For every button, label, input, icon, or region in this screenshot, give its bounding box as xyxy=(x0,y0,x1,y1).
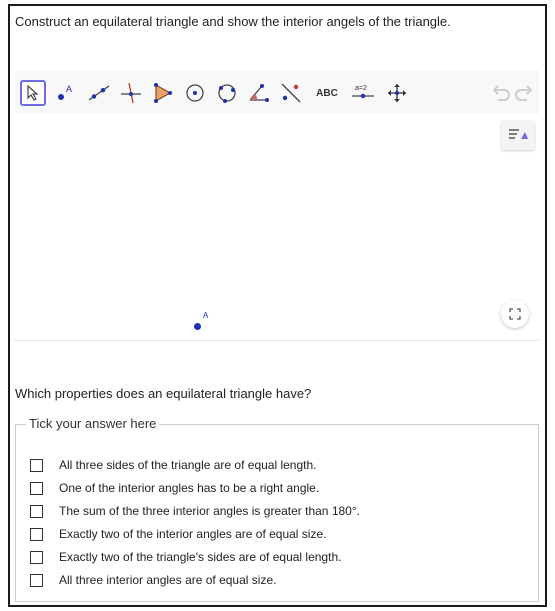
checkbox[interactable] xyxy=(30,550,43,564)
geogebra-toolbar: A ABC a=2 xyxy=(14,70,539,114)
properties-question: Which properties does an equilateral tri… xyxy=(15,386,312,401)
answer-option[interactable]: One of the interior angles has to be a r… xyxy=(30,480,319,496)
angle-icon xyxy=(249,84,269,102)
perpendicular-line-icon xyxy=(121,82,141,104)
point-tool-label: A xyxy=(66,84,72,94)
slider-tool-button[interactable]: a=2 xyxy=(348,80,378,106)
undo-button[interactable] xyxy=(491,84,511,107)
answer-option[interactable]: The sum of the three interior angles is … xyxy=(30,503,360,519)
slider-tool-label: a=2 xyxy=(355,85,367,92)
answer-legend: Tick your answer here xyxy=(26,416,160,431)
point-a[interactable] xyxy=(194,323,201,330)
task-panel: Construct an equilateral triangle and sh… xyxy=(8,4,547,607)
fullscreen-button[interactable] xyxy=(501,300,529,328)
answer-label: Exactly two of the triangle's sides are … xyxy=(59,550,342,564)
answer-label: All three sides of the triangle are of e… xyxy=(59,458,317,472)
checkbox[interactable] xyxy=(30,504,43,518)
text-tool-button[interactable]: ABC xyxy=(310,80,344,106)
reflect-tool-button[interactable] xyxy=(278,80,304,106)
polygon-icon xyxy=(154,83,172,103)
move-arrows-icon xyxy=(388,84,406,102)
slider-icon: a=2 xyxy=(352,85,374,99)
answer-label: The sum of the three interior angles is … xyxy=(59,504,360,518)
angle-tool-button[interactable] xyxy=(246,80,272,106)
move-graphics-tool-button[interactable] xyxy=(384,80,410,106)
circle-three-points-icon xyxy=(218,84,236,103)
line-tool-button[interactable] xyxy=(86,80,112,106)
line-through-points-icon xyxy=(88,85,110,101)
circle-tool-button[interactable] xyxy=(182,80,208,106)
answer-option[interactable]: Exactly two of the triangle's sides are … xyxy=(30,549,341,565)
answer-option[interactable]: All three interior angles are of equal s… xyxy=(30,572,276,588)
move-tool-button[interactable] xyxy=(20,80,46,106)
circle-center-icon xyxy=(186,84,204,102)
text-tool-label: ABC xyxy=(316,87,338,99)
point-tool-button[interactable]: A xyxy=(54,80,80,106)
cursor-arrow-icon xyxy=(27,85,39,101)
polygon-tool-button[interactable] xyxy=(150,80,176,106)
checkbox[interactable] xyxy=(30,481,43,495)
checkbox[interactable] xyxy=(30,527,43,541)
answer-label: All three interior angles are of equal s… xyxy=(59,573,277,587)
checkbox[interactable] xyxy=(30,458,43,472)
reflect-about-line-icon xyxy=(281,83,301,103)
geogebra-applet[interactable]: A ABC a=2 A xyxy=(14,70,539,341)
task-question: Construct an equilateral triangle and sh… xyxy=(15,14,451,29)
circle-through-points-tool-button[interactable] xyxy=(214,80,240,106)
checkbox[interactable] xyxy=(30,573,43,587)
answer-label: Exactly two of the interior angles are o… xyxy=(59,527,327,541)
undo-icon xyxy=(492,85,510,101)
answer-label: One of the interior angles has to be a r… xyxy=(59,481,320,495)
answer-option[interactable]: All three sides of the triangle are of e… xyxy=(30,457,317,473)
point-icon: A xyxy=(58,84,72,100)
redo-icon xyxy=(515,85,533,101)
fullscreen-icon xyxy=(509,308,521,320)
answer-group: Tick your answer here All three sides of… xyxy=(15,416,539,602)
style-bar-toggle[interactable] xyxy=(501,120,535,150)
perpendicular-tool-button[interactable] xyxy=(118,80,144,106)
point-a-label: A xyxy=(203,311,209,320)
style-bar-icon xyxy=(509,129,528,139)
answer-option[interactable]: Exactly two of the interior angles are o… xyxy=(30,526,326,542)
redo-button[interactable] xyxy=(514,84,534,107)
